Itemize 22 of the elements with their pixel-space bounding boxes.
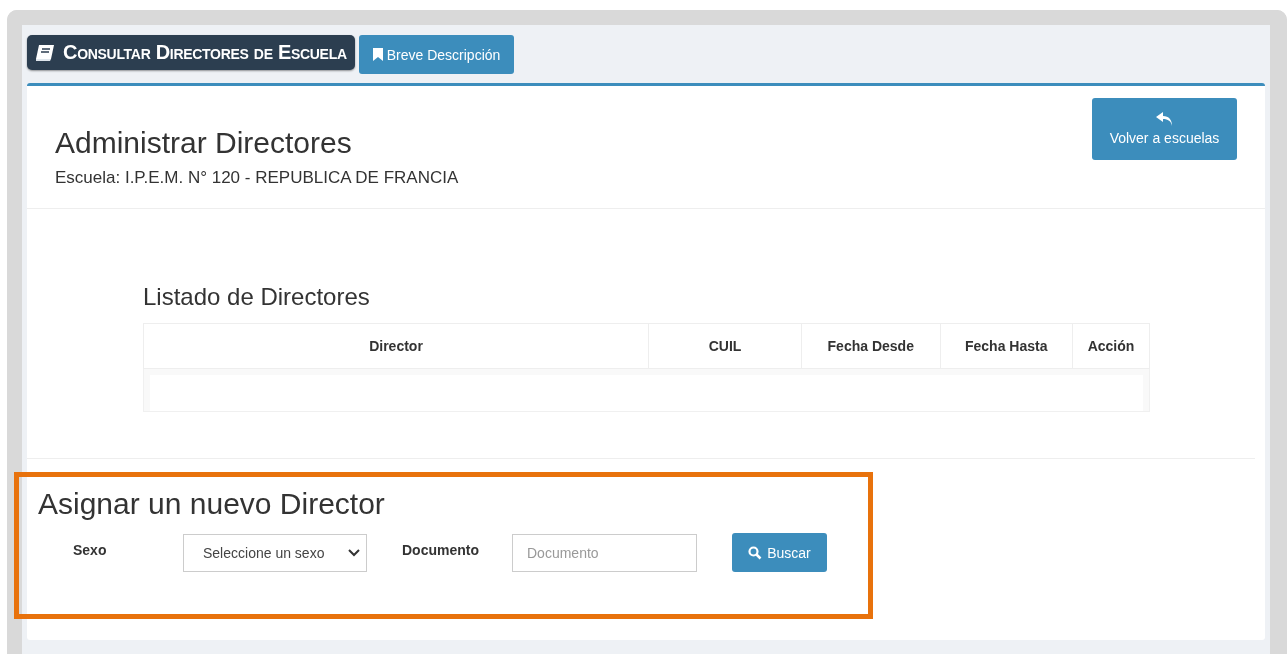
sex-select[interactable]: Seleccione un sexo <box>183 533 367 572</box>
search-icon <box>748 545 763 560</box>
column-header: Acción <box>1072 323 1150 369</box>
list-title: Listado de Directores <box>143 283 371 311</box>
book-icon <box>35 43 55 62</box>
page-title: Consultar Directores de Escuela <box>63 41 347 64</box>
column-header: Director <box>143 323 649 369</box>
column-header: CUIL <box>648 323 802 369</box>
school-name: Escuela: I.P.E.M. N° 120 - REPUBLICA DE FRANCIA <box>55 168 459 188</box>
reply-icon <box>1155 112 1174 126</box>
search-button[interactable]: Buscar <box>732 533 827 572</box>
column-header: Fecha Desde <box>801 323 940 369</box>
section-title: Administrar Directores <box>55 126 353 160</box>
back-button[interactable]: Volver a escuelas <box>1092 98 1237 160</box>
bookmark-icon <box>372 48 383 61</box>
field-label: Documento <box>401 541 480 558</box>
form-title: Asignar un nuevo Director <box>38 487 386 521</box>
chevron-icon <box>348 548 360 557</box>
document-field[interactable]: Documento <box>512 533 697 572</box>
description-button[interactable]: Breve Descripción <box>358 35 515 74</box>
field-label: Sexo <box>72 541 108 558</box>
column-header: Fecha Hasta <box>940 323 1073 369</box>
